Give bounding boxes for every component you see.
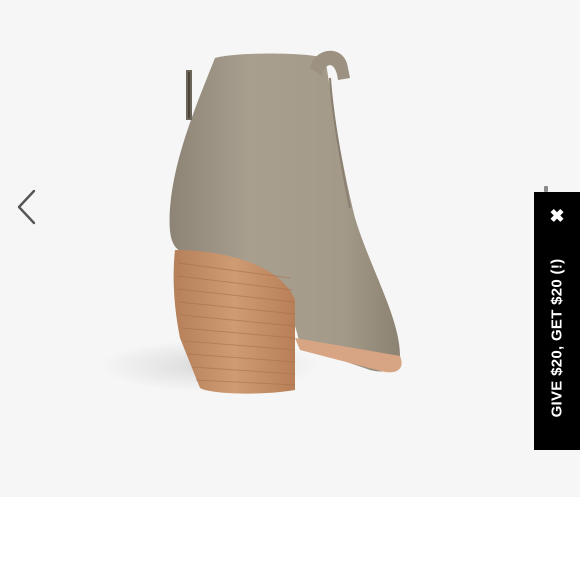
content-below-gallery [0, 497, 580, 580]
product-image-gallery [0, 0, 580, 497]
close-icon[interactable]: ✖ [534, 206, 580, 226]
product-image-boot [100, 50, 402, 394]
promo-label: GIVE $20, GET $20 (!) [548, 258, 566, 418]
referral-promo-tab[interactable]: ✖ GIVE $20, GET $20 (!) [534, 192, 580, 450]
chevron-left-icon[interactable] [14, 188, 40, 226]
